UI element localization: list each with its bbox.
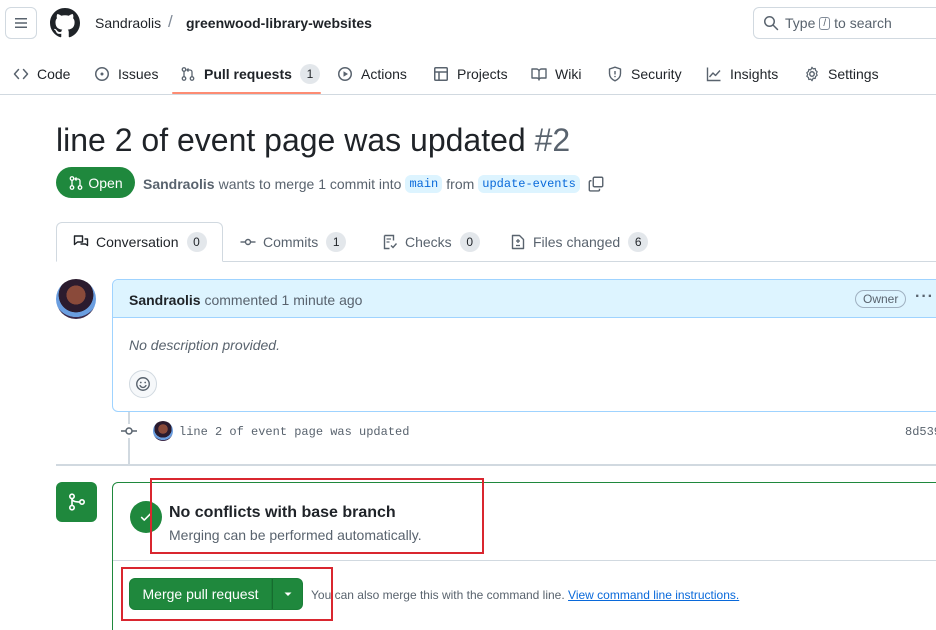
- hamburger-icon: [13, 15, 29, 31]
- pr-merge-text: wants to merge 1 commit into: [218, 176, 402, 192]
- search-icon: [763, 15, 779, 31]
- search-placeholder-prefix: Type: [785, 15, 816, 31]
- tab-checks-counter: 0: [459, 232, 480, 252]
- nav-projects[interactable]: Projects: [433, 55, 508, 93]
- comment-action[interactable]: commented 1 minute ago: [204, 292, 362, 308]
- timeline-divider: [56, 464, 936, 466]
- tab-files-changed[interactable]: Files changed 6: [510, 222, 649, 262]
- pr-title: line 2 of event page was updated #2: [56, 122, 570, 159]
- checklist-icon: [382, 234, 405, 250]
- commit-message-link[interactable]: line 2 of event page was updated: [179, 425, 409, 439]
- pull-request-icon: [68, 175, 88, 191]
- add-reaction-button[interactable]: [129, 370, 157, 398]
- issue-icon: [94, 66, 118, 82]
- pull-requests-counter: 1: [299, 64, 320, 84]
- tab-commits[interactable]: Commits 1: [240, 222, 347, 262]
- gear-icon: [804, 66, 828, 82]
- nav-code[interactable]: Code: [13, 55, 70, 93]
- tab-commits-counter: 1: [326, 232, 347, 252]
- nav-insights[interactable]: Insights: [706, 55, 778, 93]
- shield-icon: [607, 66, 631, 82]
- nav-issues-label: Issues: [118, 66, 159, 82]
- github-logo-icon[interactable]: [50, 8, 80, 38]
- highlight-box-merge-status: [150, 478, 484, 554]
- play-icon: [337, 66, 361, 82]
- tab-files-changed-counter: 6: [628, 232, 649, 252]
- tab-commits-label: Commits: [263, 234, 319, 250]
- pr-from-text: from: [446, 176, 475, 192]
- nav-projects-label: Projects: [457, 66, 508, 82]
- pr-author-link[interactable]: Sandraolis: [143, 176, 215, 192]
- hamburger-menu-button[interactable]: [5, 7, 37, 39]
- breadcrumb-separator: /: [168, 12, 173, 31]
- comment-header: Sandraolis commented 1 minute ago Owner …: [113, 280, 936, 318]
- timeline-line: [128, 412, 130, 464]
- comment-menu-button[interactable]: ···: [915, 288, 934, 306]
- avatar[interactable]: [56, 279, 96, 319]
- table-icon: [433, 66, 457, 82]
- nav-security[interactable]: Security: [607, 55, 682, 93]
- book-icon: [531, 66, 555, 82]
- comment-box: Sandraolis commented 1 minute ago Owner …: [112, 279, 936, 412]
- commit-sha-link[interactable]: 8d539: [905, 425, 936, 439]
- comment-discussion-icon: [73, 234, 96, 250]
- git-merge-icon: [67, 492, 87, 512]
- git-commit-icon: [120, 424, 138, 438]
- base-branch[interactable]: main: [405, 175, 443, 193]
- code-icon: [13, 66, 37, 82]
- pull-request-icon: [180, 66, 204, 82]
- tab-conversation-counter: 0: [186, 232, 207, 252]
- tab-checks[interactable]: Checks 0: [382, 222, 480, 262]
- merge-status-icon-box: [56, 482, 97, 522]
- search-input[interactable]: Type / to search: [753, 7, 936, 39]
- nav-settings-label: Settings: [828, 66, 879, 82]
- global-header: Sandraolis / greenwood-library-websites …: [0, 0, 936, 48]
- nav-actions[interactable]: Actions: [337, 55, 407, 93]
- owner-badge: Owner: [855, 290, 907, 308]
- comment-author-link[interactable]: Sandraolis: [129, 292, 201, 308]
- repo-owner-link[interactable]: Sandraolis: [95, 15, 161, 31]
- tab-files-changed-label: Files changed: [533, 234, 621, 250]
- pr-state-label: Open: [88, 174, 123, 191]
- smiley-icon: [135, 376, 151, 392]
- commit-author-avatar[interactable]: [153, 421, 173, 441]
- copy-icon[interactable]: [588, 176, 604, 192]
- tab-conversation-label: Conversation: [96, 234, 179, 250]
- repo-name-link[interactable]: greenwood-library-websites: [186, 15, 372, 31]
- tab-conversation[interactable]: Conversation 0: [56, 222, 223, 262]
- nav-wiki[interactable]: Wiki: [531, 55, 581, 93]
- file-diff-icon: [510, 234, 533, 250]
- merge-box-divider: [113, 560, 936, 561]
- nav-issues[interactable]: Issues: [94, 55, 158, 93]
- pr-title-text: line 2 of event page was updated: [56, 122, 526, 158]
- active-nav-indicator: [172, 92, 321, 94]
- pr-number: #2: [534, 122, 571, 158]
- pr-meta: Sandraolis wants to merge 1 commit into …: [143, 175, 604, 193]
- git-commit-icon: [240, 234, 263, 250]
- highlight-box-merge-button: [121, 567, 333, 621]
- nav-actions-label: Actions: [361, 66, 407, 82]
- nav-wiki-label: Wiki: [555, 66, 582, 82]
- search-placeholder-suffix: to search: [834, 15, 892, 31]
- command-line-hint: You can also merge this with the command…: [311, 588, 739, 602]
- command-line-instructions-link[interactable]: View command line instructions.: [568, 588, 739, 602]
- tab-checks-label: Checks: [405, 234, 452, 250]
- nav-pull-requests-label: Pull requests: [204, 66, 292, 82]
- nav-insights-label: Insights: [730, 66, 779, 82]
- graph-icon: [706, 66, 730, 82]
- comment-body: No description provided.: [129, 337, 280, 353]
- nav-security-label: Security: [631, 66, 682, 82]
- repo-nav: Code Issues Pull requests 1 Actions Proj…: [0, 55, 936, 95]
- search-shortcut-key: /: [819, 16, 831, 30]
- nav-pull-requests[interactable]: Pull requests 1: [180, 55, 320, 93]
- nav-settings[interactable]: Settings: [804, 55, 879, 93]
- head-branch[interactable]: update-events: [478, 175, 580, 193]
- command-line-hint-text: You can also merge this with the command…: [311, 588, 565, 602]
- nav-code-label: Code: [37, 66, 71, 82]
- pr-state-badge: Open: [56, 167, 135, 198]
- comment-author-line: Sandraolis commented 1 minute ago: [129, 292, 362, 308]
